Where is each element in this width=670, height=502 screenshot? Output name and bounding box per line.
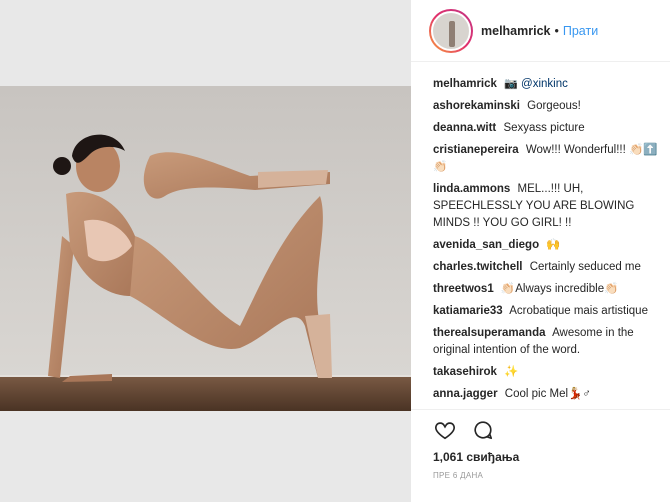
caption-mention[interactable]: @xinkinc [521, 78, 568, 90]
list-item: charles.twitchell Certainly seduced me [433, 259, 665, 276]
comment-username[interactable]: anna.jagger [433, 388, 498, 400]
list-item: therealsuperamanda Awesome in the origin… [433, 325, 665, 359]
dancer-photo [0, 86, 411, 411]
list-item: threetwos1 👏🏻Always incredible👏🏻 [433, 281, 665, 298]
comment-text: Certainly seduced me [529, 261, 641, 273]
list-item: ashorekaminski Gorgeous! [433, 98, 665, 115]
comment-username[interactable]: cristianepereira [433, 144, 519, 156]
comment-username[interactable]: threetwos1 [433, 283, 494, 295]
post-header: melhamrick • Прати [411, 0, 670, 62]
instagram-post-viewer: melhamrick • Прати melhamrick 📷 @xinkinc… [0, 0, 670, 502]
comment-username[interactable]: katiamarie33 [433, 305, 503, 317]
media-pane [0, 0, 411, 502]
heart-icon[interactable] [433, 418, 457, 442]
comments-list: melhamrick 📷 @xinkinc ashorekaminski Gor… [433, 76, 665, 409]
comment-text: 👏🏻Always incredible👏🏻 [500, 283, 619, 295]
comment-username[interactable]: avenida_san_diego [433, 239, 539, 251]
list-item: avenida_san_diego 🙌 [433, 237, 665, 254]
comment-username[interactable]: takasehirok [433, 366, 497, 378]
comment-username[interactable]: linda.ammons [433, 183, 510, 195]
list-item: deanna.witt Sexyass picture [433, 120, 665, 137]
list-item: cristianepereira Wow!!! Wonderful!!! 👏🏻⬆… [433, 142, 665, 176]
author-username[interactable]: melhamrick [481, 24, 550, 38]
comment-text: 🙌 [546, 239, 561, 251]
post-time[interactable]: ПРЕ 6 ДАНА [433, 471, 483, 480]
follow-button[interactable]: Прати [563, 24, 598, 38]
caption-username[interactable]: melhamrick [433, 78, 497, 90]
separator-dot: • [554, 23, 559, 38]
action-icons [433, 418, 495, 442]
actions-bar: 1,061 свиђања ПРЕ 6 ДАНА [411, 409, 670, 502]
post-sidebar: melhamrick • Прати melhamrick 📷 @xinkinc… [411, 0, 670, 502]
author-avatar[interactable] [429, 8, 473, 53]
avatar-image [431, 10, 471, 51]
header-text: melhamrick • Прати [481, 24, 598, 38]
comment-text: Sexyass picture [503, 122, 585, 134]
caption: melhamrick 📷 @xinkinc [433, 76, 665, 93]
list-item: takasehirok ✨ [433, 364, 665, 381]
camera-icon: 📷 [504, 78, 518, 90]
list-item: linda.ammons MEL...!!! UH, SPEECHLESSLY … [433, 181, 665, 232]
comment-icon[interactable] [471, 418, 495, 442]
comment-username[interactable]: deanna.witt [433, 122, 496, 134]
comment-text: ✨ [504, 366, 519, 378]
comment-username[interactable]: ashorekaminski [433, 100, 520, 112]
comment-username[interactable]: therealsuperamanda [433, 327, 546, 339]
likes-count[interactable]: 1,061 свиђања [433, 450, 519, 464]
comment-text: Cool pic Mel💃🏼♂ [504, 388, 591, 400]
comment-text: Gorgeous! [527, 100, 581, 112]
comment-username[interactable]: charles.twitchell [433, 261, 522, 273]
list-item: anna.jagger Cool pic Mel💃🏼♂ [433, 386, 665, 403]
comment-text: Acrobatique mais artistique [509, 305, 648, 317]
post-photo[interactable] [0, 86, 411, 411]
list-item: katiamarie33 Acrobatique mais artistique [433, 303, 665, 320]
